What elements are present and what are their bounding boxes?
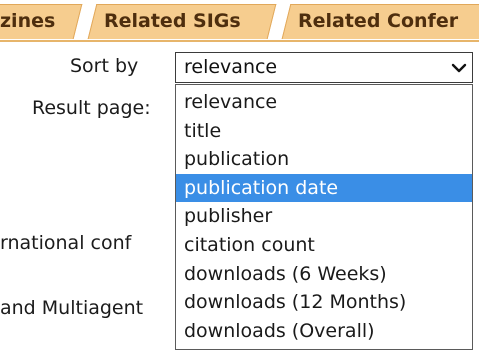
result-title-text-2: and Multiagent	[0, 297, 144, 319]
result-page-label: Result page:	[32, 97, 151, 119]
option-publisher[interactable]: publisher	[176, 202, 472, 231]
option-title[interactable]: title	[176, 117, 472, 146]
option-downloads-overall[interactable]: downloads (Overall)	[176, 317, 472, 346]
sort-by-selected-value: relevance	[184, 56, 278, 78]
option-relevance[interactable]: relevance	[176, 88, 472, 117]
option-citation-count[interactable]: citation count	[176, 231, 472, 260]
chevron-down-icon[interactable]	[446, 53, 472, 82]
tab-label-magazines: zines	[0, 10, 56, 32]
sort-by-dropdown-list: relevance title publication publication …	[175, 84, 473, 350]
sort-by-label: Sort by	[70, 55, 139, 77]
option-downloads-12-months[interactable]: downloads (12 Months)	[176, 288, 472, 317]
result-title-text: rnational conf	[0, 232, 132, 254]
tab-label-related-sigs: Related SIGs	[104, 10, 241, 32]
option-downloads-6-weeks[interactable]: downloads (6 Weeks)	[176, 260, 472, 289]
sort-by-select[interactable]: relevance	[175, 52, 473, 83]
option-publication[interactable]: publication	[176, 145, 472, 174]
tab-strip: zines Related SIGs Related Confer	[0, 0, 479, 42]
tab-label-related-conferences: Related Confer	[298, 10, 459, 32]
option-publication-date[interactable]: publication date	[176, 173, 472, 203]
